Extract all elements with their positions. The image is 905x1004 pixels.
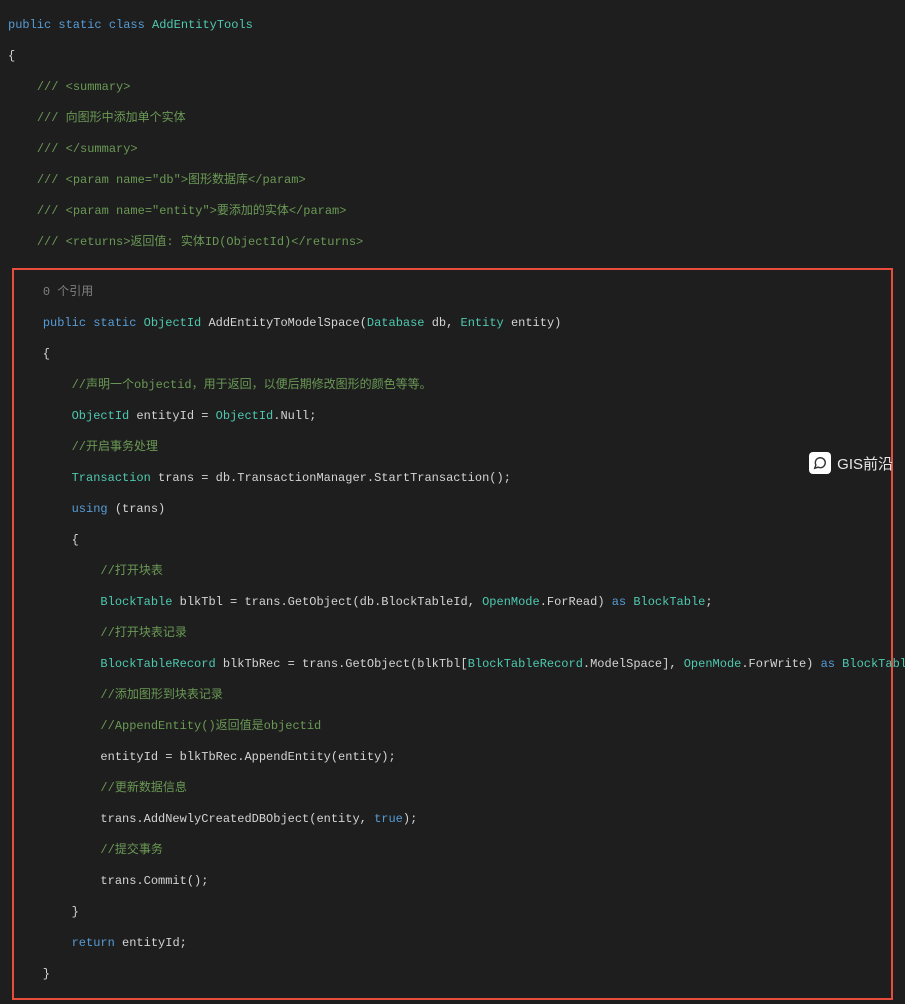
watermark: GIS前沿: [809, 452, 893, 474]
code-text: .ForRead): [540, 595, 612, 609]
comment: //开启事务处理: [72, 440, 158, 454]
type: ObjectId: [72, 409, 130, 423]
type: ObjectId: [216, 409, 274, 423]
comment: //提交事务: [100, 843, 162, 857]
code-text: .ModelSpace],: [583, 657, 684, 671]
keyword: as: [821, 657, 835, 671]
comment: //更新数据信息: [100, 781, 186, 795]
code-text: entityId =: [136, 409, 215, 423]
code-editor[interactable]: public static class AddEntityTools { ///…: [0, 0, 905, 1004]
comment: //添加图形到块表记录: [100, 688, 222, 702]
keyword: public static: [43, 316, 137, 330]
xml-comment: /// <param name="db">图形数据库</param>: [37, 173, 306, 187]
type: BlockTable: [633, 595, 705, 609]
code-text: trans = db.TransactionManager.StartTrans…: [158, 471, 511, 485]
xml-comment: /// </summary>: [37, 142, 138, 156]
type: OpenMode: [684, 657, 742, 671]
code-text: .Null;: [273, 409, 316, 423]
bool-literal: true: [374, 812, 403, 826]
code-text: blkTbl = trans.GetObject(db.BlockTableId…: [180, 595, 482, 609]
xml-comment: /// 向图形中添加单个实体: [37, 111, 186, 125]
code-text: entityId;: [122, 936, 187, 950]
param-name: db: [432, 316, 446, 330]
class-name: AddEntityTools: [152, 18, 253, 32]
comment: //声明一个objectid，用于返回，以便后期修改图形的颜色等等。: [72, 378, 432, 392]
highlighted-region: 0 个引用 public static ObjectId AddEntityTo…: [12, 268, 893, 1001]
keyword: public static class: [8, 18, 145, 32]
xml-comment: /// <summary>: [37, 80, 131, 94]
comment: //AppendEntity()返回值是objectid: [100, 719, 321, 733]
code-text: trans.AddNewlyCreatedDBObject(entity,: [100, 812, 374, 826]
param-name: entity: [511, 316, 554, 330]
keyword: as: [612, 595, 626, 609]
type: BlockTableRecord: [100, 657, 215, 671]
watermark-icon: [809, 452, 831, 474]
comment: //打开块表记录: [100, 626, 186, 640]
return-type: ObjectId: [144, 316, 202, 330]
code-text: entityId = blkTbRec.AppendEntity(entity)…: [100, 750, 395, 764]
code-text: );: [403, 812, 417, 826]
type: BlockTableRecord: [842, 657, 905, 671]
codelens-refs[interactable]: 0 个引用: [43, 285, 93, 299]
code-text: blkTbRec = trans.GetObject(blkTbl[: [223, 657, 468, 671]
code-text: (trans): [115, 502, 165, 516]
code-text: trans.Commit();: [100, 874, 208, 888]
param-type: Database: [367, 316, 425, 330]
method-name: AddEntityToModelSpace: [208, 316, 359, 330]
type: Transaction: [72, 471, 151, 485]
comment: //打开块表: [100, 564, 162, 578]
keyword: return: [72, 936, 115, 950]
type: BlockTable: [100, 595, 172, 609]
watermark-text: GIS前沿: [837, 453, 893, 474]
param-type: Entity: [461, 316, 504, 330]
keyword: using: [72, 502, 108, 516]
xml-comment: /// <param name="entity">要添加的实体</param>: [37, 204, 347, 218]
xml-comment: /// <returns>返回值: 实体ID(ObjectId)</return…: [37, 235, 363, 249]
type: OpenMode: [482, 595, 540, 609]
code-text: .ForWrite): [741, 657, 820, 671]
type: BlockTableRecord: [468, 657, 583, 671]
code-text: ;: [705, 595, 712, 609]
